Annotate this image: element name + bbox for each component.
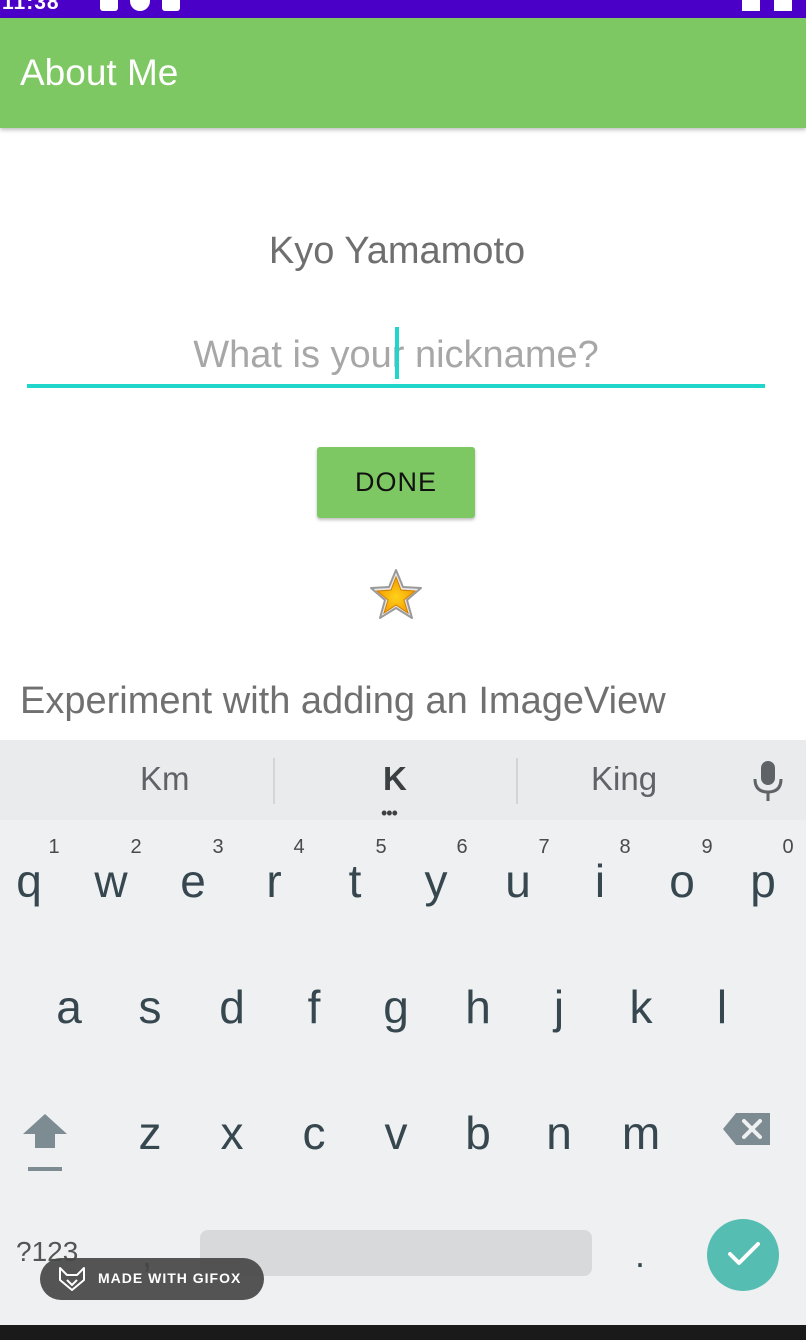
mic-icon[interactable]: [752, 760, 784, 802]
key-hint: 0: [782, 836, 794, 858]
key-m[interactable]: m: [606, 1106, 676, 1160]
key-hint: 5: [375, 836, 387, 858]
notification-icon: [162, 0, 180, 11]
key-w[interactable]: w: [76, 854, 146, 908]
key-i[interactable]: i: [565, 854, 635, 908]
nickname-field[interactable]: [27, 325, 765, 389]
text-caret: [395, 327, 399, 379]
key-hint: 2: [130, 836, 142, 858]
notification-icons: [100, 0, 180, 11]
status-bar: 11:38: [0, 0, 806, 18]
check-icon: [728, 1242, 760, 1265]
key-hint: 3: [212, 836, 224, 858]
suggestion-3[interactable]: King: [591, 760, 657, 798]
enter-key[interactable]: [707, 1219, 779, 1291]
key-x[interactable]: x: [197, 1106, 267, 1160]
key-l[interactable]: l: [687, 980, 757, 1034]
suggestion-divider: [516, 758, 518, 804]
more-suggestions-icon[interactable]: •••: [381, 804, 398, 822]
battery-icon: [774, 0, 792, 11]
body-text: Experiment with adding an ImageView: [20, 680, 666, 722]
nickname-underline: [27, 384, 765, 388]
key-q[interactable]: q: [0, 854, 64, 908]
watermark-text: MADE WITH GIFOX: [98, 1270, 242, 1286]
app-title: About Me: [20, 52, 179, 93]
key-hint: 9: [701, 836, 713, 858]
key-hint: 6: [456, 836, 468, 858]
key-k[interactable]: k: [606, 980, 676, 1034]
key-h[interactable]: h: [443, 980, 513, 1034]
key-b[interactable]: b: [443, 1106, 513, 1160]
key-hint: 8: [619, 836, 631, 858]
key-hint: 1: [48, 836, 60, 858]
key-g[interactable]: g: [361, 980, 431, 1034]
system-icons: [742, 0, 792, 11]
status-time: 11:38: [2, 0, 60, 14]
period-key[interactable]: .: [628, 1234, 652, 1276]
key-t[interactable]: t: [320, 854, 390, 908]
backspace-icon[interactable]: [722, 1111, 772, 1147]
key-y[interactable]: y: [401, 854, 471, 908]
star-icon: [370, 569, 422, 619]
screen: 11:38 About Me Kyo Yamamoto DONE Experim…: [0, 0, 806, 1325]
suggestion-bar: Km K ••• King: [0, 740, 806, 822]
key-a[interactable]: a: [34, 980, 104, 1034]
key-s[interactable]: s: [115, 980, 185, 1034]
key-v[interactable]: v: [361, 1106, 431, 1160]
key-p[interactable]: p: [728, 854, 798, 908]
done-button[interactable]: DONE: [317, 447, 475, 518]
key-d[interactable]: d: [197, 980, 267, 1034]
key-r[interactable]: r: [239, 854, 309, 908]
key-hint: 7: [538, 836, 550, 858]
signal-icon: [742, 0, 760, 11]
key-u[interactable]: u: [483, 854, 553, 908]
key-hint: 4: [293, 836, 305, 858]
key-c[interactable]: c: [279, 1106, 349, 1160]
app-bar: About Me: [0, 18, 806, 128]
suggestion-2[interactable]: K: [383, 760, 407, 798]
shift-icon[interactable]: [21, 1110, 69, 1176]
key-o[interactable]: o: [647, 854, 717, 908]
fox-logo-icon: [59, 1267, 85, 1291]
soft-keyboard: Km K ••• King q 1 w 2 e 3 r 4 t 5 y 6 u …: [0, 740, 806, 1325]
key-f[interactable]: f: [279, 980, 349, 1034]
suggestion-1[interactable]: Km: [140, 760, 190, 798]
gifox-watermark: MADE WITH GIFOX: [40, 1258, 264, 1300]
suggestion-divider: [273, 758, 275, 804]
name-text: Kyo Yamamoto: [268, 230, 526, 272]
key-e[interactable]: e: [158, 854, 228, 908]
key-j[interactable]: j: [524, 980, 594, 1034]
key-z[interactable]: z: [115, 1106, 185, 1160]
notification-icon: [100, 0, 118, 11]
key-n[interactable]: n: [524, 1106, 594, 1160]
sync-icon: [130, 0, 150, 11]
